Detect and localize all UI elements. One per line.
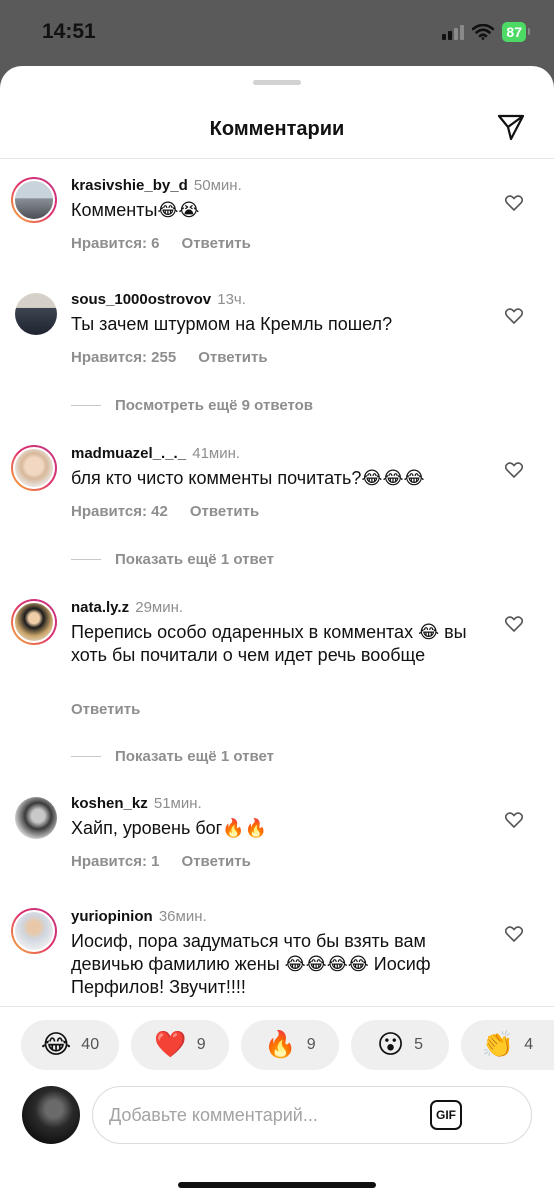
heart-icon[interactable] bbox=[505, 462, 523, 478]
gif-icon[interactable]: GIF bbox=[430, 1100, 462, 1130]
comment-text: Иосиф, пора задуматься что бы взять вам … bbox=[71, 931, 431, 997]
comment-username[interactable]: nata.ly.z 29мин. bbox=[71, 599, 183, 616]
view-more-replies[interactable]: Показать ещё 1 ответ bbox=[71, 551, 274, 568]
reply-button[interactable]: Ответить bbox=[198, 349, 267, 366]
reply-button[interactable]: Ответить bbox=[190, 503, 259, 520]
reaction-count: 40 bbox=[81, 1036, 100, 1053]
reaction-laugh-button[interactable]: 😂 40 bbox=[21, 1020, 119, 1070]
comment-likes[interactable]: Нравится: 255 bbox=[71, 349, 176, 366]
avatar bbox=[22, 1086, 80, 1144]
status-icons: 87 bbox=[442, 22, 530, 42]
comment-meta: Нравится: 42 Ответить bbox=[71, 503, 259, 520]
avatar[interactable] bbox=[15, 797, 57, 839]
comment-input-field[interactable]: GIF bbox=[92, 1086, 532, 1144]
comment-username[interactable]: madmuazel_._._ 41мин. bbox=[71, 445, 240, 462]
more-replies-label[interactable]: Показать ещё 1 ответ bbox=[115, 551, 274, 568]
divider bbox=[71, 559, 101, 560]
comment-meta: Нравится: 255 Ответить bbox=[71, 349, 268, 366]
status-time: 14:51 bbox=[42, 20, 96, 43]
laugh-emoji-icon: 😂 bbox=[40, 1030, 72, 1060]
status-bar: 14:51 87 bbox=[0, 0, 554, 66]
wow-emoji-icon: 😮 bbox=[376, 1030, 405, 1060]
send-icon[interactable] bbox=[496, 112, 526, 142]
comment-input[interactable] bbox=[109, 1101, 429, 1129]
heart-icon[interactable] bbox=[505, 926, 523, 942]
reply-button[interactable]: Ответить bbox=[182, 235, 251, 252]
reply-button[interactable]: Ответить bbox=[182, 853, 251, 870]
clap-emoji-icon: 👏 bbox=[481, 1030, 515, 1060]
comment-likes[interactable]: Нравится: 6 bbox=[71, 235, 160, 252]
comment-meta: Нравится: 6 Ответить bbox=[71, 235, 251, 252]
reply-button[interactable]: Ответить bbox=[71, 701, 140, 718]
reaction-heart-button[interactable]: ❤️ 9 bbox=[131, 1020, 229, 1070]
comment-username[interactable]: krasivshie_by_d 50мин. bbox=[71, 177, 242, 194]
comment-username[interactable]: sous_1000ostrovov 13ч. bbox=[71, 291, 246, 308]
reaction-count: 5 bbox=[414, 1036, 423, 1053]
comment-text: Ты зачем штурмом на Кремль пошел? bbox=[71, 314, 393, 334]
comment-text: Перепись особо одаренных в комментах 😂 в… bbox=[71, 622, 467, 665]
comments-sheet: Комментарии krasivshie_by_d 50мин. Комме… bbox=[0, 66, 554, 1200]
view-more-replies[interactable]: Посмотреть ещё 9 ответов bbox=[71, 397, 313, 414]
reaction-wow-button[interactable]: 😮 5 bbox=[351, 1020, 449, 1070]
signal-icon bbox=[442, 24, 465, 40]
comment-meta: Ответить bbox=[71, 701, 140, 718]
reaction-count: 9 bbox=[306, 1036, 316, 1053]
quick-reactions-bar: 😂 40 ❤️ 9 🔥 9 😮 5 👏 4 bbox=[0, 1006, 554, 1078]
avatar[interactable] bbox=[11, 177, 57, 223]
comment-username[interactable]: koshen_kz 51мин. bbox=[71, 795, 202, 812]
reaction-count: 4 bbox=[524, 1036, 534, 1053]
sheet-grabber[interactable] bbox=[253, 80, 301, 85]
avatar[interactable] bbox=[11, 908, 57, 954]
more-replies-label[interactable]: Показать ещё 1 ответ bbox=[115, 748, 274, 765]
comment-text: бля кто чисто комменты почитать?😂😂😂 bbox=[71, 468, 425, 488]
reaction-count: 9 bbox=[196, 1036, 206, 1053]
page-title: Комментарии bbox=[209, 118, 345, 140]
comment-likes[interactable]: Нравится: 42 bbox=[71, 503, 168, 520]
comment-text: Комменты😂😭 bbox=[71, 200, 200, 220]
reaction-fire-button[interactable]: 🔥 9 bbox=[241, 1020, 339, 1070]
comment-username[interactable]: yuriopinion 36мин. bbox=[71, 908, 207, 925]
fire-emoji-icon: 🔥 bbox=[264, 1030, 297, 1060]
home-indicator bbox=[178, 1182, 376, 1188]
divider bbox=[71, 405, 101, 406]
view-more-replies[interactable]: Показать ещё 1 ответ bbox=[71, 748, 274, 765]
heart-icon[interactable] bbox=[505, 195, 523, 211]
avatar[interactable] bbox=[11, 445, 57, 491]
reaction-clap-button[interactable]: 👏 4 bbox=[461, 1020, 554, 1070]
heart-icon[interactable] bbox=[505, 616, 523, 632]
heart-emoji-icon: ❤️ bbox=[154, 1030, 187, 1060]
wifi-icon bbox=[472, 24, 495, 40]
battery-icon: 87 bbox=[502, 22, 530, 42]
comment-meta: Нравится: 1 Ответить bbox=[71, 853, 251, 870]
avatar[interactable] bbox=[11, 599, 57, 645]
avatar[interactable] bbox=[15, 293, 57, 335]
more-replies-label[interactable]: Посмотреть ещё 9 ответов bbox=[115, 397, 313, 414]
comment-likes[interactable]: Нравится: 1 bbox=[71, 853, 160, 870]
comment-text: Хайп, уровень бог🔥🔥 bbox=[71, 818, 268, 838]
sheet-header: Комментарии bbox=[0, 100, 554, 158]
divider bbox=[71, 756, 101, 757]
comment-composer: GIF bbox=[0, 1078, 554, 1168]
heart-icon[interactable] bbox=[505, 308, 523, 324]
header-divider bbox=[0, 158, 554, 159]
heart-icon[interactable] bbox=[505, 812, 523, 828]
